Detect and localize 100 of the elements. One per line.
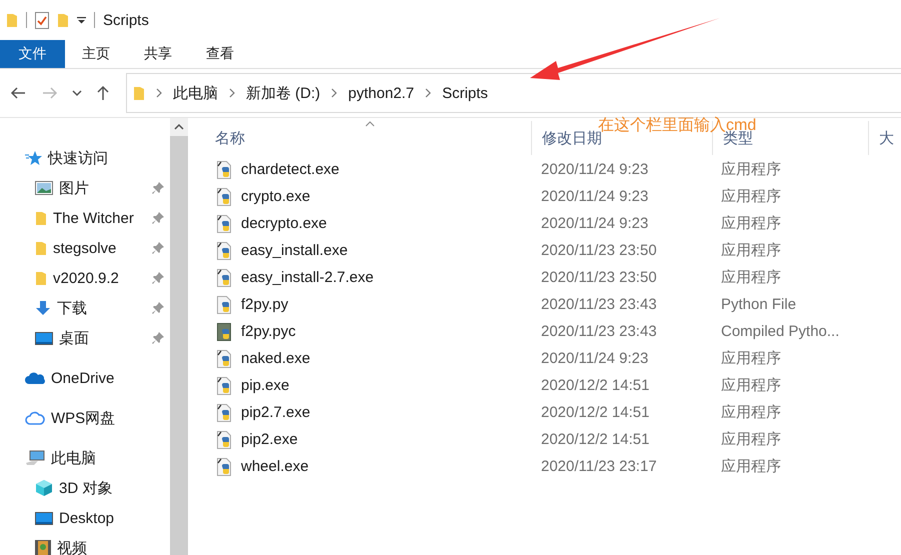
pin-icon[interactable] — [152, 242, 164, 254]
file-type: 应用程序 — [720, 457, 782, 476]
ribbon-tab[interactable]: 文件 — [0, 40, 65, 68]
file-name[interactable]: crypto.exe — [241, 188, 310, 205]
file-name[interactable]: pip2.7.exe — [241, 404, 310, 421]
sidebar-label: 快速访问 — [48, 148, 108, 168]
file-type: Python File — [720, 296, 798, 313]
file-name[interactable]: wheel.exe — [241, 458, 309, 475]
sidebar-label: OneDrive — [51, 370, 114, 386]
file-name[interactable]: pip.exe — [241, 377, 290, 394]
python-executable-icon — [217, 458, 233, 476]
film-icon — [35, 540, 51, 555]
sort-ascending-icon — [365, 121, 375, 127]
file-type: 应用程序 — [720, 349, 782, 368]
column-header[interactable]: 大 — [879, 128, 894, 148]
file-type: 应用程序 — [720, 187, 782, 206]
python-executable-icon — [217, 268, 233, 286]
sidebar-label: WPS网盘 — [51, 408, 116, 428]
folder-icon — [35, 270, 47, 286]
file-name[interactable]: decrypto.exe — [241, 215, 327, 232]
file-name[interactable]: pip2.exe — [241, 431, 298, 448]
chevron-right-icon — [425, 88, 432, 98]
file-type: 应用程序 — [720, 241, 782, 260]
python-executable-icon — [217, 404, 233, 422]
sidebar-label: 桌面 — [59, 328, 90, 348]
sidebar-item[interactable]: stegsolve — [0, 233, 170, 263]
column-header[interactable]: 修改日期 — [542, 128, 602, 148]
breadcrumb[interactable]: Scripts — [442, 84, 488, 102]
sidebar-item[interactable]: v2020.9.2 — [0, 263, 170, 293]
sidebar-item[interactable]: 3D 对象 — [0, 473, 170, 503]
chevron-right-icon — [331, 88, 338, 98]
sidebar-label: 此电脑 — [51, 448, 96, 468]
sidebar-item[interactable]: WPS网盘 — [0, 403, 170, 433]
sidebar-item[interactable]: 视频 — [0, 533, 170, 555]
computer-icon — [25, 450, 45, 466]
back-icon[interactable] — [10, 86, 26, 100]
picture-icon — [35, 181, 53, 195]
file-name[interactable]: naked.exe — [241, 350, 310, 367]
modified-date: 2020/11/24 9:23 — [540, 188, 650, 205]
modified-date: 2020/11/24 9:23 — [540, 215, 650, 232]
chevron-right-icon — [229, 88, 235, 98]
sidebar-label: 3D 对象 — [59, 478, 114, 498]
file-type: 应用程序 — [720, 430, 782, 449]
scrollbar[interactable] — [170, 118, 188, 555]
file-name[interactable]: f2py.pyc — [241, 323, 296, 340]
python-executable-icon — [217, 188, 233, 206]
file-name[interactable]: easy_install-2.7.exe — [241, 269, 374, 286]
file-type: 应用程序 — [720, 160, 782, 179]
scroll-up-icon[interactable] — [170, 118, 188, 136]
pin-icon[interactable] — [152, 182, 164, 194]
breadcrumb[interactable]: 新加卷 (D:) — [246, 84, 320, 102]
breadcrumb[interactable]: 此电脑 — [173, 84, 218, 102]
pin-icon[interactable] — [152, 212, 164, 224]
file-name[interactable]: chardetect.exe — [241, 161, 340, 178]
file-name[interactable]: f2py.py — [241, 296, 288, 313]
pin-icon[interactable] — [152, 302, 164, 314]
modified-date: 2020/12/2 14:51 — [540, 431, 650, 448]
file-type: 应用程序 — [720, 214, 782, 233]
python-executable-icon — [217, 376, 233, 394]
sidebar-label: v2020.9.2 — [53, 270, 120, 286]
python-executable-icon — [217, 350, 233, 368]
star-icon — [25, 150, 42, 166]
desktop-icon — [35, 332, 53, 344]
file-type: 应用程序 — [720, 403, 782, 422]
sidebar-item[interactable]: The Witcher — [0, 203, 170, 233]
folder-icon — [133, 85, 145, 101]
folder-icon — [35, 210, 47, 226]
sidebar-item[interactable]: 下载 — [0, 293, 170, 323]
cube-icon — [35, 479, 53, 497]
sidebar-item[interactable]: Desktop — [0, 503, 170, 533]
sidebar-item[interactable]: 图片 — [0, 173, 170, 203]
pin-icon[interactable] — [152, 272, 164, 284]
chevron-right-icon — [156, 88, 162, 98]
breadcrumb[interactable]: python2.7 — [348, 84, 414, 102]
properties-icon[interactable] — [35, 12, 49, 28]
dropdown-icon[interactable] — [77, 16, 86, 24]
cloud-icon — [25, 372, 45, 384]
python-executable-icon — [217, 160, 233, 178]
sidebar-item[interactable]: 此电脑 — [0, 443, 170, 473]
modified-date: 2020/11/24 9:23 — [540, 350, 650, 367]
file-type: Compiled Pytho... — [720, 323, 840, 340]
column-header[interactable]: 名称 — [215, 128, 245, 148]
new-folder-icon[interactable] — [57, 12, 69, 28]
compiled-python-file-icon — [217, 322, 233, 340]
modified-date: 2020/12/2 14:51 — [540, 377, 650, 394]
sidebar-label: 视频 — [57, 538, 88, 555]
file-name[interactable]: easy_install.exe — [241, 242, 348, 259]
python-file-icon — [217, 296, 233, 314]
address-bar[interactable]: 此电脑 新加卷 (D:) python2.7 Scripts — [126, 73, 901, 113]
modified-date: 2020/12/2 14:51 — [540, 404, 650, 421]
up-icon[interactable] — [96, 85, 110, 101]
recent-dropdown-icon[interactable] — [72, 90, 82, 96]
desktop-icon — [35, 512, 53, 524]
sidebar-item[interactable]: 桌面 — [0, 323, 170, 353]
sidebar-item[interactable]: 快速访问 — [0, 143, 170, 173]
sidebar-label: stegsolve — [53, 240, 118, 256]
sidebar-item[interactable]: OneDrive — [0, 363, 170, 393]
sidebar-label: 下载 — [57, 298, 88, 318]
pin-icon[interactable] — [152, 332, 164, 344]
download-icon — [35, 300, 51, 316]
